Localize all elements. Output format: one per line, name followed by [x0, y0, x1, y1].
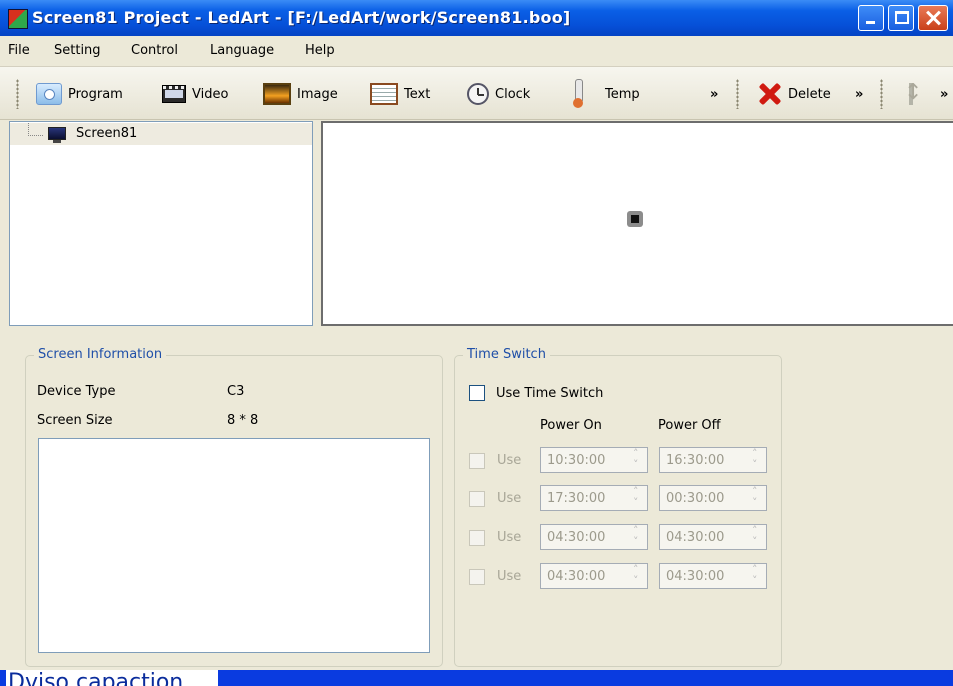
led-screen-preview-block[interactable] — [627, 211, 643, 227]
text-label: Text — [404, 86, 431, 102]
spin-arrows-icon[interactable] — [748, 563, 766, 588]
spin-arrows-icon[interactable] — [629, 524, 647, 549]
toolbar-grip-2[interactable] — [736, 79, 739, 109]
spin-arrows-icon[interactable] — [629, 447, 647, 472]
spin-arrows-icon[interactable] — [629, 485, 647, 510]
use-checkbox-1[interactable] — [469, 453, 485, 469]
power-on-time-4[interactable]: 04:30:00 — [540, 563, 648, 589]
bottom-overlay-label: Dviso capaction — [6, 670, 218, 686]
use-checkbox-2[interactable] — [469, 491, 485, 507]
time-switch-title: Time Switch — [463, 347, 550, 362]
menu-setting[interactable]: Setting — [54, 43, 101, 58]
use-label-2: Use — [497, 491, 522, 506]
delete-label: Delete — [788, 86, 831, 102]
power-off-value-2: 00:30:00 — [666, 491, 725, 506]
video-label: Video — [192, 86, 229, 102]
spin-arrows-icon[interactable] — [748, 524, 766, 549]
power-on-time-2[interactable]: 17:30:00 — [540, 485, 648, 511]
power-on-value-4: 04:30:00 — [547, 569, 606, 584]
close-button[interactable] — [918, 5, 948, 31]
power-off-time-4[interactable]: 04:30:00 — [659, 563, 767, 589]
bottom-overlay-text: Dviso capaction — [8, 670, 184, 686]
program-icon — [36, 83, 62, 105]
power-off-value-1: 16:30:00 — [666, 453, 725, 468]
film-icon — [162, 85, 186, 103]
power-off-time-2[interactable]: 00:30:00 — [659, 485, 767, 511]
power-on-time-3[interactable]: 04:30:00 — [540, 524, 648, 550]
program-button[interactable]: Program — [36, 79, 123, 109]
menu-help[interactable]: Help — [305, 43, 335, 58]
use-label-1: Use — [497, 453, 522, 468]
move-button[interactable] — [904, 79, 922, 109]
power-on-value-2: 17:30:00 — [547, 491, 606, 506]
toolbar-overflow-1[interactable]: » — [710, 79, 718, 109]
screen-size-label: Screen Size — [37, 413, 113, 428]
time-switch-group: Time Switch Use Time Switch Power On Pow… — [454, 347, 782, 667]
use-label-3: Use — [497, 530, 522, 545]
power-on-value-3: 04:30:00 — [547, 530, 606, 545]
text-button[interactable]: Text — [370, 79, 430, 109]
device-type-label: Device Type — [37, 384, 116, 399]
power-off-time-1[interactable]: 16:30:00 — [659, 447, 767, 473]
spin-arrows-icon[interactable] — [748, 485, 766, 510]
use-time-switch-checkbox[interactable] — [469, 385, 485, 401]
minimize-button[interactable] — [858, 5, 884, 31]
monitor-icon — [48, 127, 66, 143]
use-label-4: Use — [497, 569, 522, 584]
use-checkbox-3[interactable] — [469, 530, 485, 546]
app-icon — [8, 9, 28, 29]
screen-information-group: Screen Information Device Type C3 Screen… — [25, 347, 443, 667]
menu-file[interactable]: File — [8, 43, 30, 58]
window-title: Screen81 Project - LedArt - [F:/LedArt/w… — [32, 8, 571, 27]
tree-item-label: Screen81 — [76, 126, 138, 141]
power-on-time-1[interactable]: 10:30:00 — [540, 447, 648, 473]
project-tree: Screen81 — [9, 121, 313, 326]
temp-button[interactable]: Temp — [573, 79, 640, 109]
app-window: Screen81 Project - LedArt - [F:/LedArt/w… — [0, 0, 953, 686]
spin-arrows-icon[interactable] — [748, 447, 766, 472]
clock-button[interactable]: Clock — [467, 79, 530, 109]
clock-label: Clock — [495, 86, 531, 102]
clock-icon — [467, 83, 489, 105]
menu-language[interactable]: Language — [210, 43, 274, 58]
power-on-header: Power On — [540, 418, 602, 433]
image-button[interactable]: Image — [263, 79, 338, 109]
delete-x-icon — [758, 82, 782, 106]
spin-arrows-icon[interactable] — [629, 563, 647, 588]
use-time-switch-label[interactable]: Use Time Switch — [496, 386, 603, 401]
toolbar-overflow-3[interactable]: » — [940, 79, 948, 109]
screen-preview[interactable] — [321, 121, 953, 326]
screen-information-title: Screen Information — [34, 347, 167, 362]
power-off-value-3: 04:30:00 — [666, 530, 725, 545]
image-icon — [263, 83, 291, 105]
image-label: Image — [297, 86, 338, 102]
power-off-value-4: 04:30:00 — [666, 569, 725, 584]
video-button[interactable]: Video — [162, 79, 228, 109]
use-checkbox-4[interactable] — [469, 569, 485, 585]
title-bar[interactable]: Screen81 Project - LedArt - [F:/LedArt/w… — [0, 0, 953, 36]
power-on-value-1: 10:30:00 — [547, 453, 606, 468]
screen-info-textarea[interactable] — [38, 438, 430, 653]
program-label: Program — [68, 86, 123, 102]
maximize-button[interactable] — [888, 5, 914, 31]
power-off-time-3[interactable]: 04:30:00 — [659, 524, 767, 550]
menu-control[interactable]: Control — [131, 43, 178, 58]
tree-item-screen81[interactable]: Screen81 — [10, 123, 312, 145]
text-icon — [370, 83, 398, 105]
toolbar-overflow-2[interactable]: » — [855, 79, 863, 109]
device-type-value: C3 — [227, 384, 245, 399]
screen-size-value: 8 * 8 — [227, 413, 259, 428]
temp-label: Temp — [605, 86, 640, 102]
vertical-arrows-icon — [904, 80, 922, 108]
menu-bar: File Setting Control Language Help — [0, 36, 953, 67]
delete-button[interactable]: Delete — [758, 79, 831, 109]
toolbar-grip[interactable] — [16, 79, 19, 109]
toolbar: Program Video Image Text Clock Temp » De… — [0, 67, 953, 120]
tree-connector — [28, 123, 43, 136]
power-off-header: Power Off — [658, 418, 721, 433]
thermometer-icon — [573, 79, 583, 109]
toolbar-grip-3[interactable] — [880, 79, 883, 109]
